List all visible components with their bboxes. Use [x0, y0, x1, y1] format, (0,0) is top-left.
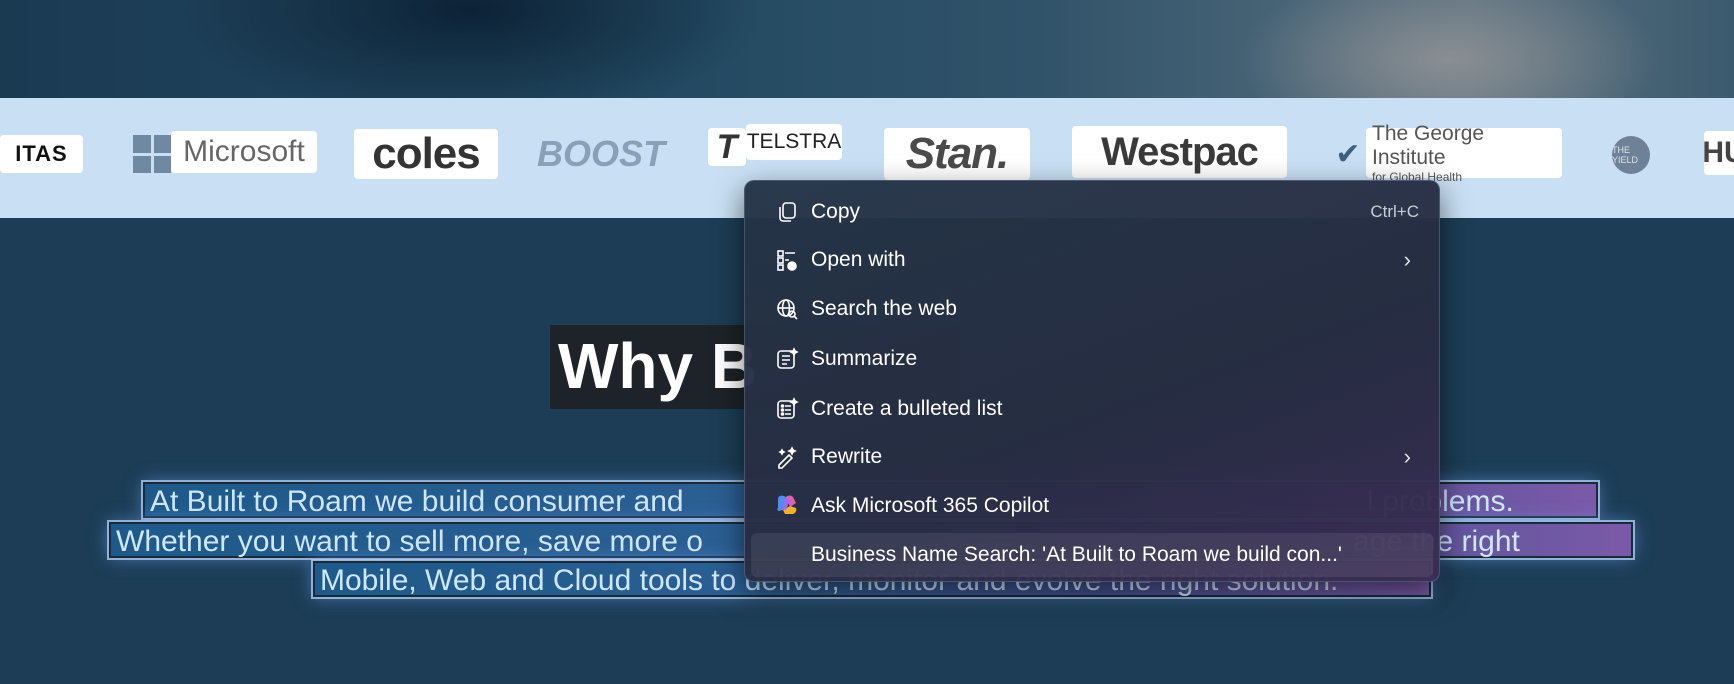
- menu-item-label: Open with: [811, 248, 906, 271]
- copy-icon: [773, 198, 801, 226]
- menu-item-label: Search the web: [811, 297, 957, 320]
- summarize-icon: [773, 345, 801, 373]
- stan-logo: Stan.: [884, 128, 1030, 180]
- menu-item-label: Create a bulleted list: [811, 397, 1003, 420]
- hu-logo: HU: [1702, 131, 1734, 175]
- menu-item-label: Ask Microsoft 365 Copilot: [811, 494, 1050, 517]
- george-institute-name: The George Institute: [1372, 122, 1485, 169]
- qantas-logo: ITAS: [0, 135, 83, 173]
- menu-item-label: Rewrite: [811, 445, 883, 468]
- context-menu: Copy Ctrl+C Open with › Search the web S…: [744, 180, 1440, 582]
- menu-item-copy[interactable]: Copy Ctrl+C: [751, 190, 1433, 234]
- rewrite-icon: [773, 443, 801, 471]
- bulleted-list-icon: [773, 395, 801, 423]
- george-institute-icon: ✔: [1335, 137, 1361, 171]
- menu-item-business-name-search[interactable]: Business Name Search: 'At Built to Roam …: [751, 533, 1433, 577]
- menu-item-open-with[interactable]: Open with ›: [751, 238, 1433, 282]
- copilot-icon: [773, 492, 801, 520]
- menu-item-bulleted-list[interactable]: Create a bulleted list: [751, 387, 1433, 431]
- copy-shortcut: Ctrl+C: [1370, 202, 1419, 221]
- section-heading: Why B: [558, 330, 758, 402]
- menu-item-summarize[interactable]: Summarize: [751, 337, 1433, 381]
- open-with-icon: [773, 246, 801, 274]
- microsoft-logo-icon: [133, 135, 171, 173]
- globe-search-icon: [773, 295, 801, 323]
- the-yield-logo: THE YIELD: [1612, 136, 1650, 174]
- boost-logo: BOOST: [537, 133, 666, 174]
- telstra-logo-icon: T: [708, 128, 746, 166]
- microsoft-logo: Microsoft: [171, 131, 317, 173]
- menu-item-search-web[interactable]: Search the web: [751, 287, 1433, 331]
- george-institute-logo: The George Institute for Global Health: [1366, 122, 1562, 184]
- menu-item-label: Summarize: [811, 347, 918, 370]
- hero-image: [0, 0, 1734, 98]
- westpac-logo: Westpac: [1072, 126, 1287, 178]
- chevron-right-icon: ›: [1403, 444, 1411, 469]
- telstra-logo: TELSTRA: [746, 124, 842, 160]
- menu-item-rewrite[interactable]: Rewrite ›: [751, 435, 1433, 479]
- menu-item-label: Copy: [811, 200, 861, 223]
- menu-item-copilot[interactable]: Ask Microsoft 365 Copilot: [751, 484, 1433, 528]
- menu-item-label: Business Name Search: 'At Built to Roam …: [811, 543, 1342, 566]
- chevron-right-icon: ›: [1403, 247, 1411, 272]
- coles-logo: coles: [354, 129, 498, 179]
